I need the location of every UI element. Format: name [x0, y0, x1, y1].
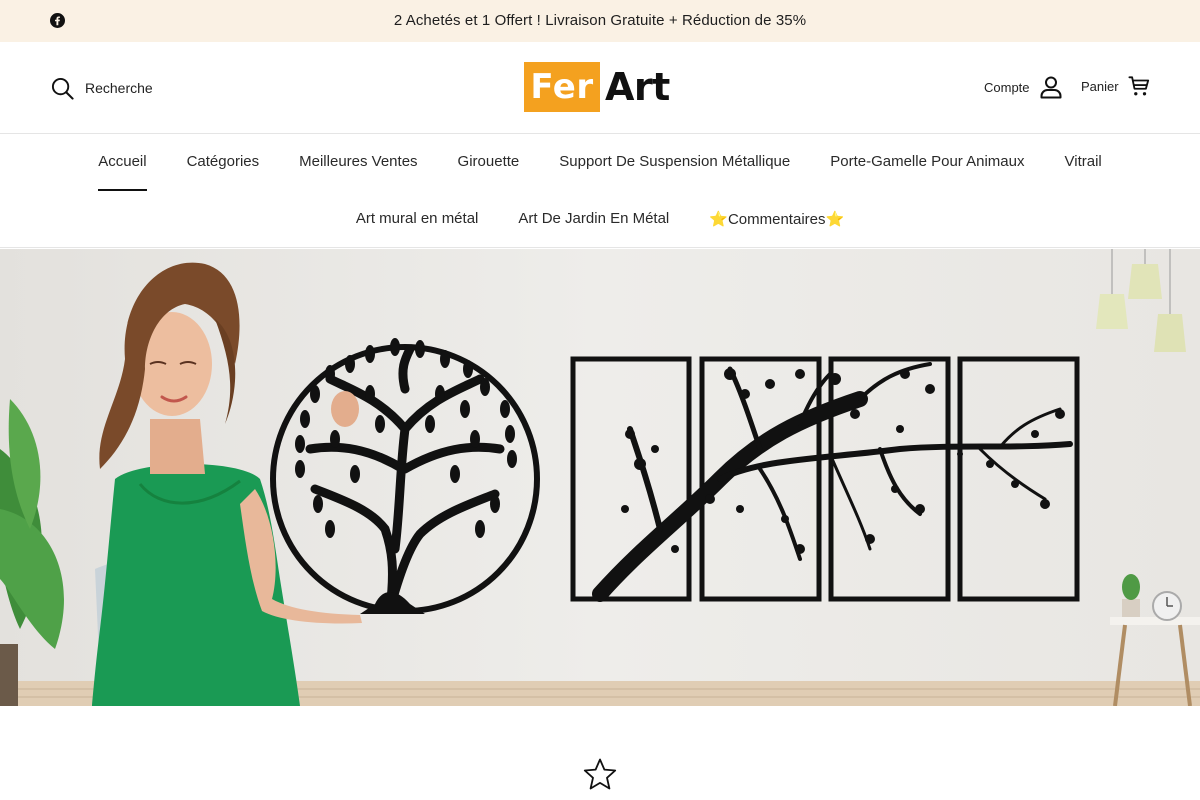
hero-image: [0, 249, 1200, 706]
account-link[interactable]: Compte: [984, 75, 1063, 99]
nav-item-girouette[interactable]: Girouette: [438, 153, 540, 170]
nav-item-art-mural[interactable]: Art mural en métal: [336, 210, 499, 228]
star-icon: [583, 758, 617, 790]
nav-item-art-jardin[interactable]: Art De Jardin En Métal: [498, 210, 689, 228]
nav-item-commentaires[interactable]: ⭐Commentaires⭐: [689, 210, 864, 228]
nav-item-vitrail[interactable]: Vitrail: [1045, 153, 1122, 170]
announcement-text: 2 Achetés et 1 Offert ! Livraison Gratui…: [393, 12, 807, 29]
nav-row-1: Accueil Catégories Meilleures Ventes Gir…: [0, 153, 1200, 191]
nav-item-meilleures-ventes[interactable]: Meilleures Ventes: [279, 153, 437, 170]
logo-fer: Fer: [524, 62, 600, 112]
search-button[interactable]: Recherche: [51, 76, 153, 100]
hero-banner[interactable]: [0, 249, 1200, 706]
cart-link[interactable]: Panier: [1081, 75, 1150, 97]
site-header: Recherche Fer Art Compte Panier: [0, 42, 1200, 134]
user-icon: [1040, 76, 1062, 99]
search-icon: [51, 77, 74, 100]
logo-art: Art: [605, 65, 670, 109]
nav-item-categories[interactable]: Catégories: [167, 153, 280, 170]
content-section: [0, 706, 1200, 800]
nav-row-2: Art mural en métal Art De Jardin En Méta…: [0, 210, 1200, 228]
nav-item-porte-gamelle[interactable]: Porte-Gamelle Pour Animaux: [810, 153, 1044, 170]
cart-label: Panier: [1081, 78, 1119, 94]
main-navigation: Accueil Catégories Meilleures Ventes Gir…: [0, 134, 1200, 248]
account-label: Compte: [984, 79, 1030, 95]
cart-icon: [1128, 76, 1149, 96]
announcement-bar: 2 Achetés et 1 Offert ! Livraison Gratui…: [0, 0, 1200, 42]
nav-item-accueil[interactable]: Accueil: [78, 153, 166, 191]
search-label: Recherche: [85, 80, 153, 96]
site-logo[interactable]: Fer Art: [524, 62, 678, 112]
nav-item-support-suspension[interactable]: Support De Suspension Métallique: [539, 153, 810, 170]
